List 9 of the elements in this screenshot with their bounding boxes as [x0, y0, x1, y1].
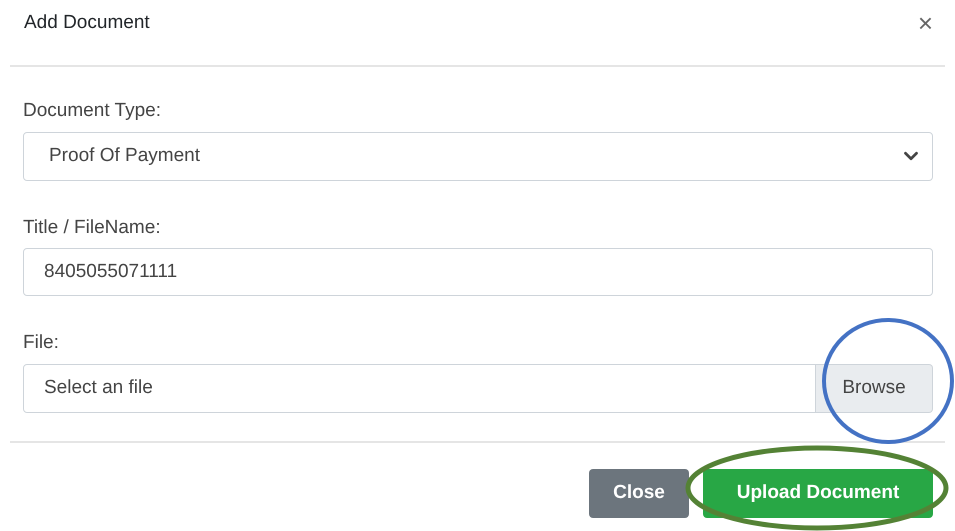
browse-button[interactable]: Browse	[816, 364, 933, 412]
field-label: Title / FileName:	[23, 216, 162, 240]
file-input[interactable]: Select an file	[23, 364, 816, 412]
field-label: File:	[23, 331, 60, 355]
dialog-title: Add Document	[24, 10, 150, 35]
filename-input[interactable]: 8405055071111	[23, 248, 933, 296]
close-button[interactable]: Close	[589, 468, 689, 518]
document-type-select[interactable]: Proof Of Payment	[23, 132, 933, 180]
field-label: Document Type:	[23, 99, 162, 123]
